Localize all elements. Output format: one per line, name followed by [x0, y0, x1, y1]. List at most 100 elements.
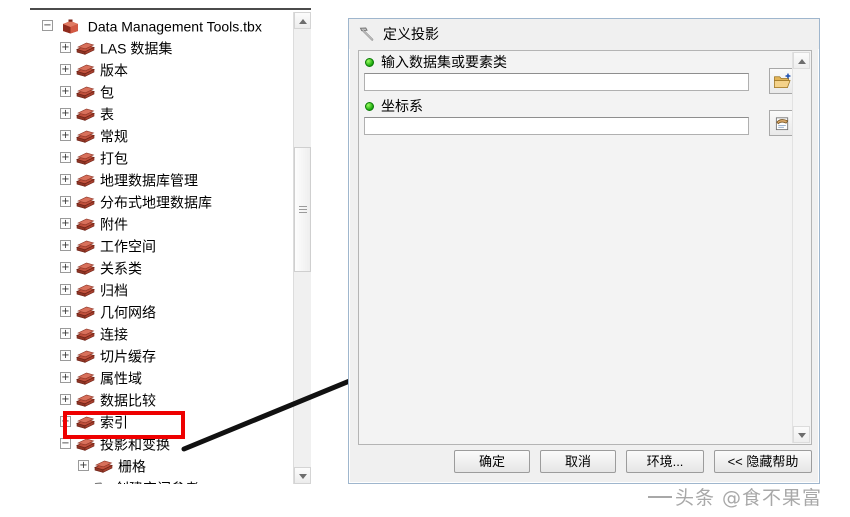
dialog-scrollbar[interactable] [792, 52, 810, 443]
tree-item-label: 地理数据库管理 [100, 172, 198, 189]
tree-item-toolset[interactable]: + 版本 [30, 58, 288, 80]
expander-plus-icon[interactable]: + [60, 217, 71, 229]
tree-item-label: 归档 [100, 282, 128, 299]
ok-button[interactable]: 确定 [454, 450, 530, 473]
watermark-line [648, 495, 672, 498]
expander-plus-icon[interactable]: + [60, 195, 71, 207]
tree-item-label: 版本 [100, 62, 128, 79]
toolset-icon [76, 84, 95, 100]
tree-item-label: 切片缓存 [100, 348, 156, 365]
tree-item-label: 打包 [100, 150, 128, 167]
tree-item-toolset[interactable]: + 归档 [30, 278, 288, 300]
tree-item-label: 几何网络 [100, 304, 156, 321]
toolset-icon [76, 348, 95, 364]
tree-item-label: 分布式地理数据库 [100, 194, 212, 211]
hide-help-button[interactable]: << 隐藏帮助 [714, 450, 812, 473]
parameter-row-input-dataset: 输入数据集或要素类 [361, 53, 791, 91]
expander-plus-icon[interactable]: + [60, 305, 71, 317]
watermark-text: 头条 @食不果富 [675, 487, 823, 509]
chevron-down-icon [797, 432, 806, 438]
cancel-button[interactable]: 取消 [540, 450, 616, 473]
input-dataset-field[interactable] [364, 73, 749, 91]
toolset-icon [76, 216, 95, 232]
tree-item-toolset[interactable]: + 常规 [30, 124, 288, 146]
toolset-icon [76, 414, 95, 430]
required-green-dot-icon [365, 58, 374, 67]
tree-item-toolset[interactable]: + 工作空间 [30, 234, 288, 256]
tree-item-label: 工作空间 [100, 238, 156, 255]
expander-plus-icon[interactable]: + [60, 261, 71, 273]
expander-plus-icon[interactable]: + [60, 393, 71, 405]
expander-plus-icon[interactable]: + [60, 63, 71, 75]
expander-plus-icon[interactable]: + [60, 107, 71, 119]
chevron-up-icon [797, 58, 806, 64]
toolset-icon [76, 172, 95, 188]
tree-item-label: 栅格 [118, 458, 146, 475]
expander-plus-icon[interactable]: + [60, 371, 71, 383]
scrollbar-grip-icon [299, 205, 307, 213]
toolset-icon [76, 370, 95, 386]
scroll-up-button[interactable] [294, 12, 311, 29]
dialog-title: 定义投影 [383, 26, 439, 42]
tree-item-toolset[interactable]: + 几何网络 [30, 300, 288, 322]
toolset-icon [76, 62, 95, 78]
expander-plus-icon[interactable]: + [60, 151, 71, 163]
expander-minus-icon[interactable]: − [60, 437, 71, 449]
tree-item-label: 索引 [100, 414, 128, 431]
watermark: 头条 @食不果富 [648, 483, 822, 510]
coordinate-system-field[interactable] [364, 117, 749, 135]
expander-plus-icon[interactable]: + [60, 327, 71, 339]
expander-plus-icon[interactable]: + [60, 415, 71, 427]
environments-button[interactable]: 环境... [626, 450, 704, 473]
tree-item-toolset[interactable]: + 分布式地理数据库 [30, 190, 288, 212]
toolset-icon [76, 238, 95, 254]
scroll-down-button[interactable] [793, 426, 810, 443]
parameter-label-text: 输入数据集或要素类 [381, 54, 507, 70]
toolset-icon [76, 282, 95, 298]
toolset-icon [76, 260, 95, 276]
tree-item-toolset[interactable]: + 连接 [30, 322, 288, 344]
tree-item-label: Data Management Tools.tbx [87, 18, 262, 35]
toolset-icon [76, 326, 95, 342]
toolset-icon [94, 458, 113, 474]
tree-item-label: 常规 [100, 128, 128, 145]
parameter-list: 输入数据集或要素类 坐标系 [361, 53, 791, 146]
tree-item-toolset[interactable]: + 表 [30, 102, 288, 124]
expander-plus-icon[interactable]: + [60, 283, 71, 295]
expander-plus-icon[interactable]: + [60, 41, 71, 53]
tree-item-toolset[interactable]: + LAS 数据集 [30, 36, 288, 58]
scrollbar-thumb[interactable] [294, 147, 311, 272]
expander-plus-icon[interactable]: + [78, 459, 89, 471]
tree-item-label: 关系类 [100, 260, 142, 277]
expander-plus-icon[interactable]: + [60, 129, 71, 141]
toolset-icon [76, 128, 95, 144]
chevron-up-icon [298, 18, 307, 24]
define-projection-dialog: 定义投影 输入数据集或要素类 坐标系 确定 取消 环境... << 隐藏帮助 [348, 18, 820, 484]
tree-item-toolset[interactable]: + 附件 [30, 212, 288, 234]
tree-item-tool[interactable]: 创建空间参考 [30, 476, 288, 484]
chevron-down-icon [298, 473, 307, 479]
parameter-label: 输入数据集或要素类 [361, 53, 791, 71]
tree-item-toolset[interactable]: + 包 [30, 80, 288, 102]
dialog-titlebar: 定义投影 [349, 19, 819, 49]
tree-item-toolset[interactable]: + 地理数据库管理 [30, 168, 288, 190]
parameter-label: 坐标系 [361, 97, 791, 115]
expander-plus-icon[interactable]: + [60, 85, 71, 97]
dialog-parameter-area: 输入数据集或要素类 坐标系 [358, 50, 812, 445]
tree-item-toolbox-root[interactable]: − Data Management Tools.tbx [30, 14, 288, 36]
toolset-icon [76, 40, 95, 56]
expander-plus-icon[interactable]: + [60, 239, 71, 251]
toolset-icon [76, 392, 95, 408]
scroll-up-button[interactable] [793, 52, 810, 69]
tree-item-label: 附件 [100, 216, 128, 233]
toolset-icon [76, 304, 95, 320]
spatial-reference-icon [775, 116, 788, 130]
expander-plus-icon[interactable]: + [60, 349, 71, 361]
expander-plus-icon[interactable]: + [60, 173, 71, 185]
expander-minus-icon[interactable]: − [42, 19, 53, 31]
required-green-dot-icon [365, 102, 374, 111]
tree-item-toolset[interactable]: + 打包 [30, 146, 288, 168]
tree-item-toolset[interactable]: + 关系类 [30, 256, 288, 278]
tool-icon [94, 480, 110, 484]
